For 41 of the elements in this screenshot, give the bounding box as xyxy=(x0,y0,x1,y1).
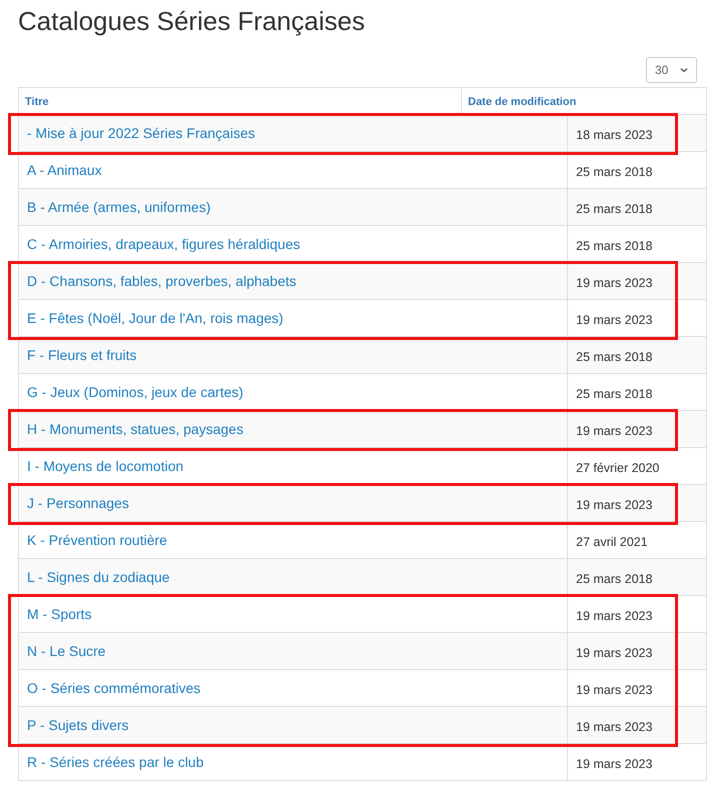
date-cell: 19 mars 2023 xyxy=(576,683,652,697)
catalogue-link[interactable]: R - Séries créées par le club xyxy=(27,752,204,772)
catalogue-link[interactable]: K - Prévention routière xyxy=(27,530,168,550)
date-cell: 19 mars 2023 xyxy=(576,276,652,290)
date-cell: 19 mars 2023 xyxy=(576,720,652,734)
chevron-down-icon xyxy=(680,67,688,73)
page-size-select[interactable]: 30 xyxy=(646,57,697,83)
catalogue-link[interactable]: P - Sujets divers xyxy=(27,714,129,736)
catalogue-link[interactable]: F - Fleurs et fruits xyxy=(27,344,137,366)
date-cell: 25 mars 2018 xyxy=(576,572,652,586)
date-cell: 25 mars 2018 xyxy=(576,387,652,401)
catalogue-link[interactable]: N - Le Sucre xyxy=(27,640,106,662)
catalogue-link[interactable]: O - Séries commémoratives xyxy=(27,678,200,698)
catalogue-link[interactable]: C - Armoiries, drapeaux, figures héraldiques xyxy=(27,234,300,254)
catalogue-link[interactable]: J - Personnages xyxy=(27,492,129,514)
date-cell: 19 mars 2023 xyxy=(576,646,652,660)
date-cell: 19 mars 2023 xyxy=(576,609,652,623)
page-title: Catalogues Séries Françaises xyxy=(18,5,365,38)
catalogue-link[interactable]: G - Jeux (Dominos, jeux de cartes) xyxy=(27,382,244,402)
date-cell: 25 mars 2018 xyxy=(576,239,652,253)
date-cell: 25 mars 2018 xyxy=(576,350,652,364)
date-cell: 27 avril 2021 xyxy=(576,535,648,549)
date-cell: 19 mars 2023 xyxy=(576,498,652,512)
catalogue-link[interactable]: M - Sports xyxy=(27,604,92,624)
catalogue-link[interactable]: B - Armée (armes, uniformes) xyxy=(27,196,211,218)
date-cell: 25 mars 2018 xyxy=(576,165,652,179)
date-cell: 19 mars 2023 xyxy=(576,424,652,438)
date-cell: 19 mars 2023 xyxy=(576,757,652,771)
date-cell: 27 février 2020 xyxy=(576,461,660,475)
catalogue-link[interactable]: E - Fêtes (Noël, Jour de l'An, rois mages) xyxy=(27,308,284,328)
column-header[interactable]: Date de modification xyxy=(462,88,706,114)
date-cell: 18 mars 2023 xyxy=(576,128,652,142)
catalogue-link[interactable]: - Mise à jour 2022 Séries Françaises xyxy=(27,122,255,144)
catalogue-link[interactable]: I - Moyens de locomotion xyxy=(27,456,184,476)
date-cell: 25 mars 2018 xyxy=(576,202,652,216)
date-cell: 19 mars 2023 xyxy=(576,313,652,327)
column-header[interactable]: Titre xyxy=(19,88,462,114)
catalogue-link[interactable]: L - Signes du zodiaque xyxy=(27,566,170,588)
catalogue-link[interactable]: D - Chansons, fables, proverbes, alphabets xyxy=(27,270,296,292)
catalogue-link[interactable]: A - Animaux xyxy=(27,160,102,180)
catalogue-link[interactable]: H - Monuments, statues, paysages xyxy=(27,418,244,440)
